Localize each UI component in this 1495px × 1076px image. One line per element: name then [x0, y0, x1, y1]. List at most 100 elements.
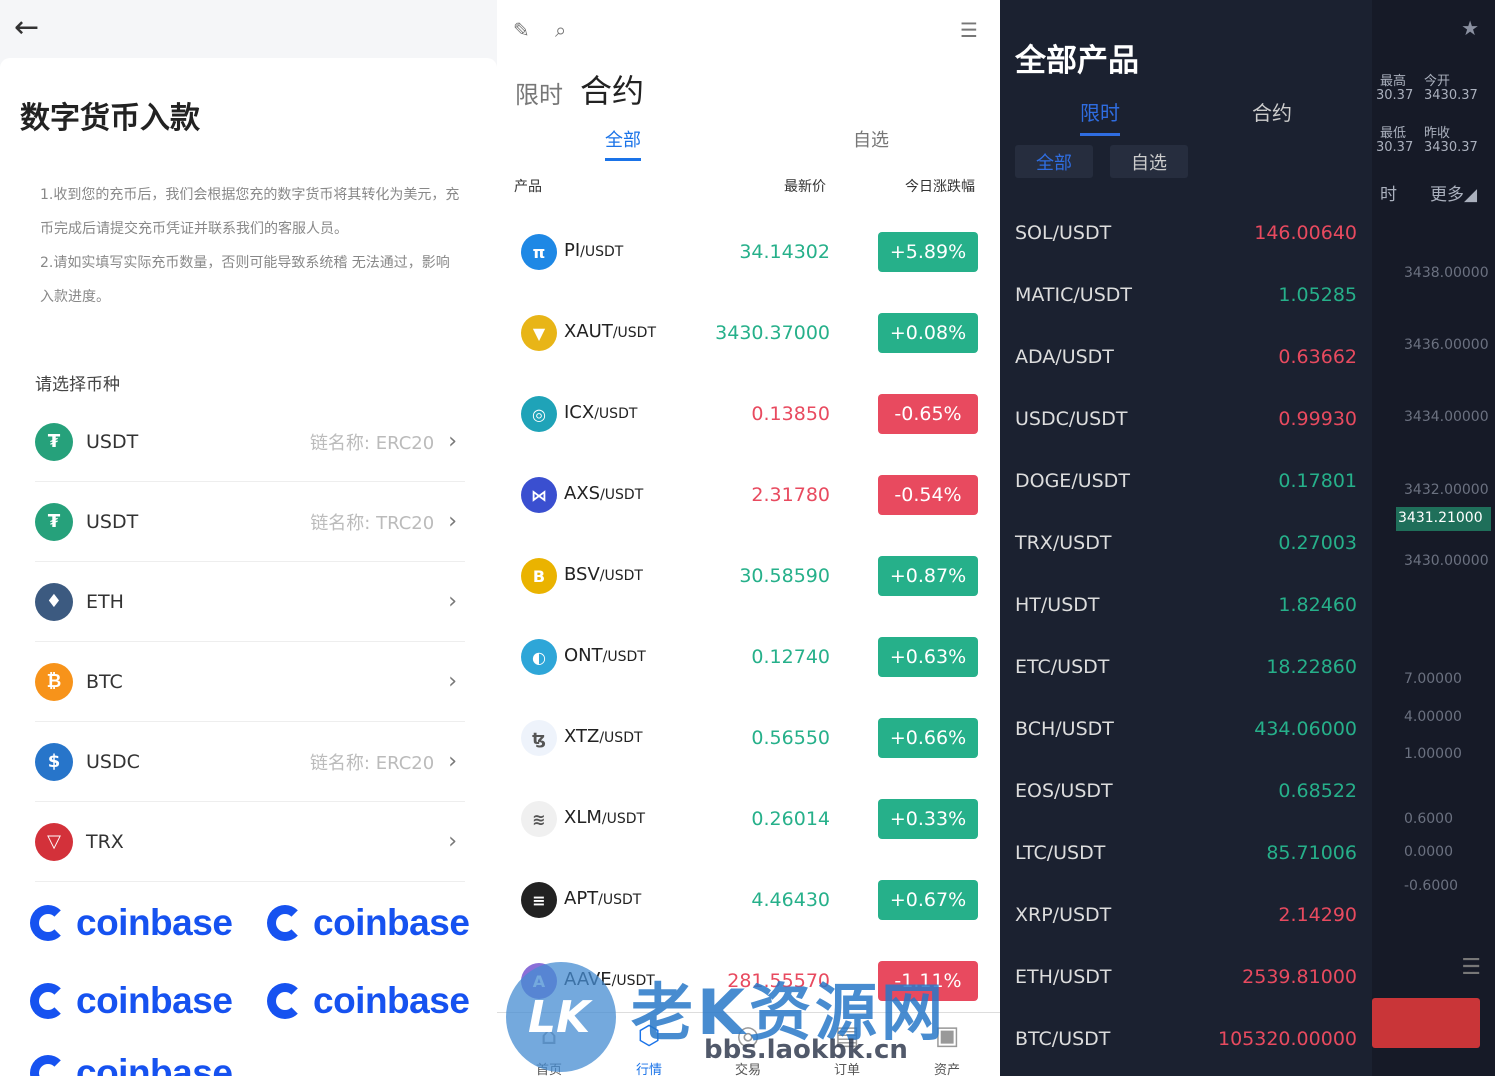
- market-row[interactable]: ⋈ AXS/USDT 2.31780 -0.54%: [497, 455, 1000, 536]
- subtab-all[interactable]: 全部: [605, 126, 641, 152]
- nav-trade[interactable]: ◎ 交易: [718, 1021, 778, 1076]
- nav-orders[interactable]: ▤ 订单: [817, 1021, 877, 1076]
- coin-option[interactable]: $ USDC 链名称: ERC20 ›: [35, 722, 465, 802]
- drawer-symbol: SOL/USDT: [1015, 222, 1112, 244]
- market-row[interactable]: ꜩ XTZ/USDT 0.56550 +0.66%: [497, 698, 1000, 779]
- tab-limit[interactable]: 限时: [515, 75, 563, 110]
- change-badge[interactable]: +5.89%: [878, 232, 978, 272]
- change-badge[interactable]: +0.08%: [878, 313, 978, 353]
- tab-contract[interactable]: 合约: [580, 66, 644, 112]
- chart-label: 昨收: [1424, 126, 1451, 141]
- nav-market[interactable]: ⬡ 行情: [619, 1021, 679, 1076]
- chart-label: -0.6000: [1404, 878, 1459, 894]
- change-badge[interactable]: -1.11%: [878, 961, 978, 1001]
- symbol-quote: /USDT: [600, 487, 644, 503]
- drawer-row[interactable]: ETC/USDT 18.22860: [1015, 636, 1357, 698]
- drawer-row[interactable]: BTC/USDT 105320.00000: [1015, 1008, 1357, 1070]
- nav-home[interactable]: ⌂ 首页: [519, 1021, 579, 1076]
- coinbase-logo[interactable]: coinbase: [267, 902, 470, 944]
- change-badge[interactable]: -0.65%: [878, 394, 978, 434]
- drawer-symbol: MATIC/USDT: [1015, 284, 1132, 306]
- nav-label: 资产: [933, 1063, 960, 1076]
- search-icon[interactable]: ⌕: [555, 18, 566, 42]
- coinbase-logo[interactable]: coinbase: [267, 980, 470, 1022]
- drawer-tab-limit[interactable]: 限时: [1080, 97, 1120, 126]
- coinbase-logo[interactable]: coinbase: [30, 902, 233, 944]
- drawer-row[interactable]: EOS/USDT 0.68522: [1015, 760, 1357, 822]
- change-badge[interactable]: +0.67%: [878, 880, 978, 920]
- col-product: 产品: [514, 179, 542, 195]
- drawer-price: 18.22860: [1266, 656, 1357, 678]
- market-row[interactable]: ▼ XAUT/USDT 3430.37000 +0.08%: [497, 293, 1000, 374]
- market-row[interactable]: ◐ ONT/USDT 0.12740 +0.63%: [497, 617, 1000, 698]
- change-badge[interactable]: +0.87%: [878, 556, 978, 596]
- menu-icon[interactable]: ☰: [1461, 955, 1481, 980]
- symbol-quote: /USDT: [599, 730, 643, 746]
- chart-label: 3430.37: [1424, 88, 1478, 103]
- nav-label: 首页: [535, 1063, 562, 1076]
- chart-label: 4.00000: [1404, 709, 1462, 725]
- sell-button[interactable]: [1372, 998, 1480, 1048]
- change-badge[interactable]: +0.33%: [878, 799, 978, 839]
- symbol: ONT/USDT: [564, 645, 646, 666]
- drawer-row[interactable]: HT/USDT 1.82460: [1015, 574, 1357, 636]
- coin-option[interactable]: ♦ ETH ›: [35, 562, 465, 642]
- star-icon[interactable]: ★: [1461, 16, 1479, 40]
- coin-icon: ₿: [35, 662, 73, 701]
- chart-label: 最低: [1380, 126, 1407, 141]
- deposit-note-1: 1.收到您的充币后，我们会根据您充的数字货币将其转化为美元，充币完成后请提交充币…: [40, 187, 460, 237]
- market-row[interactable]: ≡ APT/USDT 4.46430 +0.67%: [497, 860, 1000, 941]
- drawer-symbol: TRX/USDT: [1015, 532, 1112, 554]
- drawer-title: 全部产品: [1015, 43, 1139, 79]
- drawer-row[interactable]: ADA/USDT 0.63662: [1015, 326, 1357, 388]
- drawer-row[interactable]: SOL/USDT 146.00640: [1015, 202, 1357, 264]
- coin-option[interactable]: ▽ TRX ›: [35, 802, 465, 882]
- nav-assets[interactable]: ▣ 资产: [917, 1021, 977, 1076]
- market-row[interactable]: π PI/USDT 34.14302 +5.89%: [497, 212, 1000, 293]
- drawer-symbol: HT/USDT: [1015, 594, 1100, 616]
- drawer-row[interactable]: TRX/USDT 0.27003: [1015, 512, 1357, 574]
- coinbase-icon: [30, 983, 66, 1019]
- back-arrow-icon[interactable]: ←: [14, 10, 39, 45]
- drawer-tab-contract[interactable]: 合约: [1252, 97, 1292, 126]
- drawer-row[interactable]: XRP/USDT 2.14290: [1015, 884, 1357, 946]
- coin-name: USDT: [86, 430, 139, 453]
- coin-option[interactable]: ₿ BTC ›: [35, 642, 465, 722]
- symbol: XTZ/USDT: [564, 726, 643, 747]
- drawer-row[interactable]: LTC/USDT 85.71006: [1015, 822, 1357, 884]
- market-row[interactable]: ≋ XLM/USDT 0.26014 +0.33%: [497, 779, 1000, 860]
- coinbase-label: coinbase: [76, 980, 233, 1021]
- market-row[interactable]: B BSV/USDT 30.58590 +0.87%: [497, 536, 1000, 617]
- symbol-quote: /USDT: [611, 973, 655, 989]
- change-badge[interactable]: +0.66%: [878, 718, 978, 758]
- change-badge[interactable]: +0.63%: [878, 637, 978, 677]
- symbol-base: AXS: [564, 483, 601, 504]
- menu-icon[interactable]: ☰: [960, 18, 978, 42]
- coin-option[interactable]: ₮ USDT 链名称: ERC20 ›: [35, 402, 465, 482]
- drawer-row[interactable]: BCH/USDT 434.06000: [1015, 698, 1357, 760]
- chart-label[interactable]: 更多◢: [1430, 180, 1477, 205]
- chevron-right-icon: ›: [448, 829, 457, 854]
- chip-all[interactable]: 全部: [1015, 145, 1093, 178]
- symbol-quote: /USDT: [602, 649, 646, 665]
- chip-favorites[interactable]: 自选: [1110, 145, 1188, 178]
- coinbase-logo[interactable]: coinbase: [30, 980, 233, 1022]
- drawer-row[interactable]: USDC/USDT 0.99930: [1015, 388, 1357, 450]
- change-badge[interactable]: -0.54%: [878, 475, 978, 515]
- drawer-row[interactable]: ETH/USDT 2539.81000: [1015, 946, 1357, 1008]
- coinbase-logo[interactable]: coinbase: [30, 1052, 233, 1076]
- drawer-row[interactable]: MATIC/USDT 1.05285: [1015, 264, 1357, 326]
- last-price: 34.14302: [739, 241, 830, 263]
- drawer-row[interactable]: DOGE/USDT 0.17801: [1015, 450, 1357, 512]
- symbol-base: APT: [564, 888, 599, 909]
- coin-option[interactable]: ₮ USDT 链名称: TRC20 ›: [35, 482, 465, 562]
- drawer-symbol: ADA/USDT: [1015, 346, 1114, 368]
- edit-icon[interactable]: ✎: [513, 18, 530, 42]
- chart-label: 3430.00000: [1404, 553, 1489, 569]
- market-row[interactable]: A AAVE/USDT 281.55570 -1.11%: [497, 941, 1000, 1022]
- subtab-favorites[interactable]: 自选: [853, 126, 889, 152]
- coin-icon: π: [521, 234, 557, 270]
- coinbase-icon: [30, 1055, 66, 1076]
- drawer-symbol: ETC/USDT: [1015, 656, 1110, 678]
- market-row[interactable]: ◎ ICX/USDT 0.13850 -0.65%: [497, 374, 1000, 455]
